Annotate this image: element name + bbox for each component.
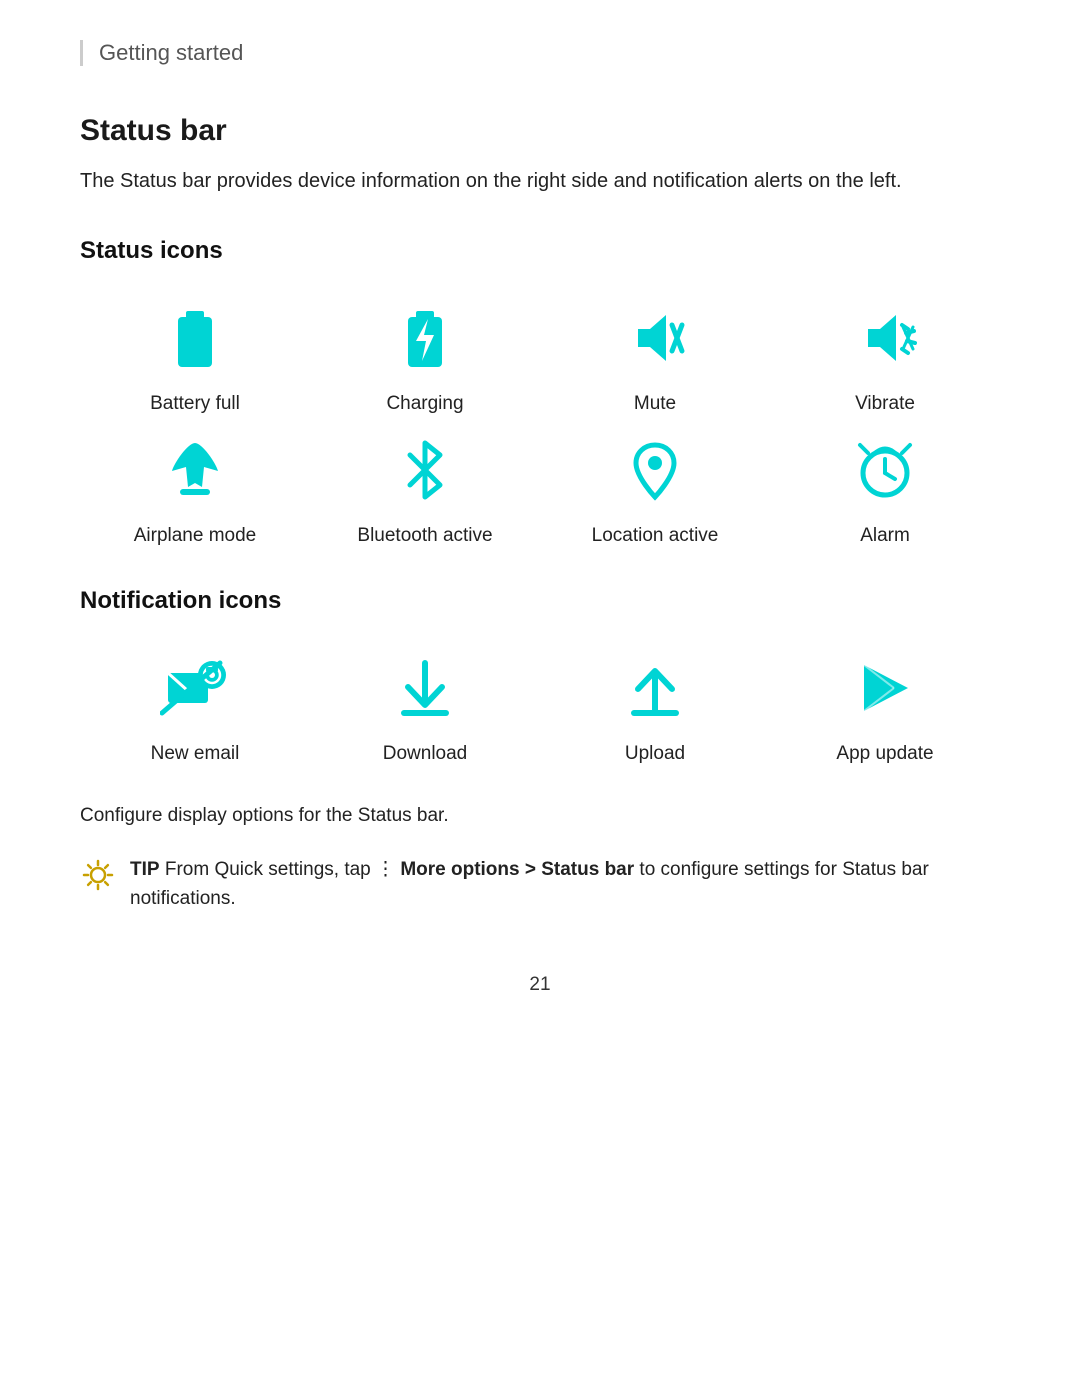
icon-cell-location: Location active bbox=[540, 425, 770, 547]
app-update-icon bbox=[840, 643, 930, 733]
app-update-label: App update bbox=[836, 743, 933, 765]
status-icons-grid: Battery full Charging Mute bbox=[80, 293, 1000, 547]
new-email-icon bbox=[150, 643, 240, 733]
battery-full-label: Battery full bbox=[150, 393, 240, 415]
battery-full-icon bbox=[150, 293, 240, 383]
mute-icon bbox=[610, 293, 700, 383]
tip-prefix: TIP bbox=[130, 859, 160, 880]
configure-text: Configure display options for the Status… bbox=[80, 805, 1000, 827]
status-icons-heading: Status icons bbox=[80, 237, 1000, 265]
bluetooth-icon bbox=[380, 425, 470, 515]
notification-icons-grid: New email Download Upload bbox=[80, 643, 1000, 765]
airplane-icon bbox=[150, 425, 240, 515]
icon-cell-download: Download bbox=[310, 643, 540, 765]
download-label: Download bbox=[383, 743, 468, 765]
alarm-icon bbox=[840, 425, 930, 515]
bluetooth-label: Bluetooth active bbox=[357, 525, 492, 547]
vibrate-label: Vibrate bbox=[855, 393, 915, 415]
icon-cell-alarm: Alarm bbox=[770, 425, 1000, 547]
alarm-label: Alarm bbox=[860, 525, 910, 547]
icon-cell-charging: Charging bbox=[310, 293, 540, 415]
location-icon bbox=[610, 425, 700, 515]
icon-cell-new-email: New email bbox=[80, 643, 310, 765]
tip-lightbulb-icon bbox=[80, 857, 116, 902]
upload-label: Upload bbox=[625, 743, 685, 765]
page-title: Status bar bbox=[80, 114, 1000, 148]
notification-icons-heading: Notification icons bbox=[80, 587, 1000, 615]
icon-cell-app-update: App update bbox=[770, 643, 1000, 765]
icon-cell-upload: Upload bbox=[540, 643, 770, 765]
icon-cell-bluetooth: Bluetooth active bbox=[310, 425, 540, 547]
charging-icon bbox=[380, 293, 470, 383]
icon-cell-vibrate: Vibrate bbox=[770, 293, 1000, 415]
icon-cell-battery-full: Battery full bbox=[80, 293, 310, 415]
icon-cell-mute: Mute bbox=[540, 293, 770, 415]
upload-icon bbox=[610, 643, 700, 733]
location-label: Location active bbox=[592, 525, 719, 547]
tip-text: TIP From Quick settings, tap ⋮ More opti… bbox=[130, 855, 1000, 914]
vibrate-icon bbox=[840, 293, 930, 383]
tip-box: TIP From Quick settings, tap ⋮ More opti… bbox=[80, 855, 1000, 914]
tip-body: From Quick settings, tap ⋮ More options … bbox=[130, 859, 929, 909]
section-description: The Status bar provides device informati… bbox=[80, 166, 1000, 197]
charging-label: Charging bbox=[386, 393, 463, 415]
airplane-label: Airplane mode bbox=[134, 525, 257, 547]
icon-cell-airplane: Airplane mode bbox=[80, 425, 310, 547]
breadcrumb: Getting started bbox=[80, 40, 1000, 66]
mute-label: Mute bbox=[634, 393, 676, 415]
page-number: 21 bbox=[80, 974, 1000, 996]
download-icon bbox=[380, 643, 470, 733]
new-email-label: New email bbox=[151, 743, 240, 765]
